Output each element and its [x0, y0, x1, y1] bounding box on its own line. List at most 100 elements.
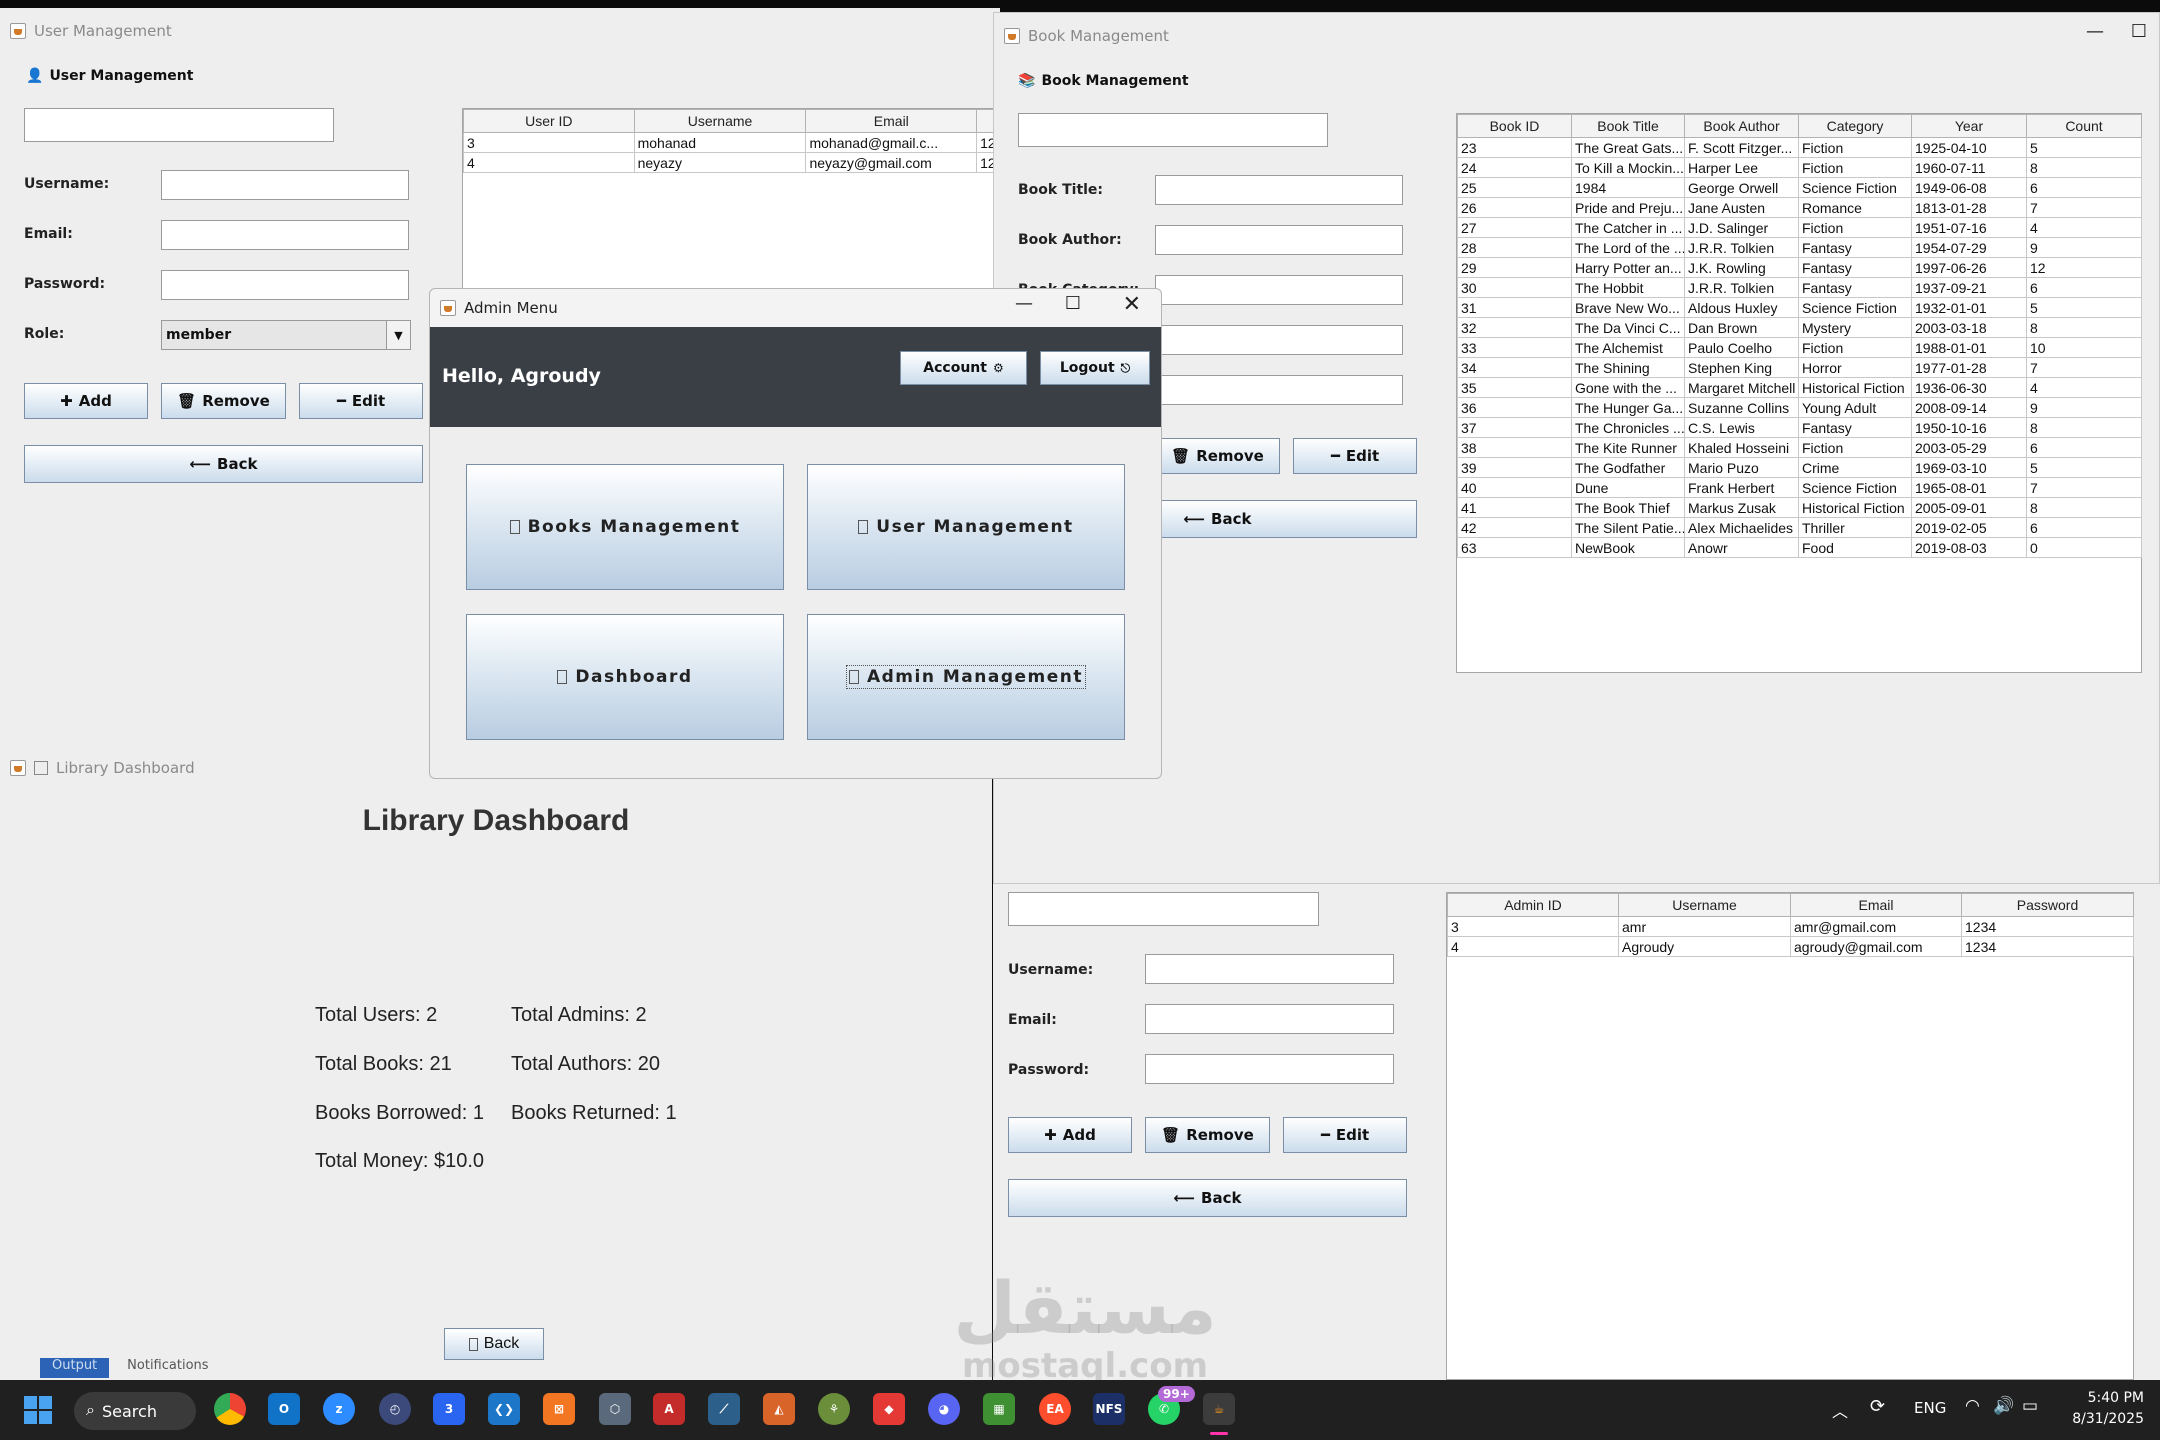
hexagon-app-icon[interactable]: ⬡: [599, 1393, 631, 1425]
discord-icon[interactable]: ◕: [928, 1393, 960, 1425]
matlab-icon[interactable]: ◭: [763, 1393, 795, 1425]
back-button[interactable]: ⟵ Back: [1008, 1179, 1407, 1217]
chevron-up-icon[interactable]: ︿: [1832, 1398, 1848, 1422]
edit-button[interactable]: ━ Edit: [1283, 1117, 1407, 1153]
table-row[interactable]: 39 The Godfather Mario Puzo Crime 1969-03-10…: [1457, 457, 2142, 478]
account-button[interactable]: Account ⚙: [900, 351, 1027, 385]
language-indicator[interactable]: ENG: [1914, 1399, 1946, 1417]
remove-button[interactable]: 🗑 Remove: [1145, 1117, 1270, 1153]
column-header[interactable]: Username: [633, 109, 807, 133]
search-input[interactable]: [1008, 892, 1319, 926]
battery-icon[interactable]: ▭: [2022, 1396, 2038, 1416]
column-header[interactable]: Category: [1798, 114, 1912, 138]
remove-button[interactable]: 🗑 Remove: [1155, 438, 1280, 474]
search-box[interactable]: ⌕ Search: [74, 1392, 196, 1430]
volume-icon[interactable]: 🔊: [1993, 1396, 2014, 1416]
column-header[interactable]: Email: [1790, 893, 1962, 917]
dashboard-button[interactable]: Dashboard: [466, 614, 784, 740]
table-row[interactable]: 40 Dune Frank Herbert Science Fiction 1965-0…: [1457, 477, 2142, 498]
table-row[interactable]: 28 The Lord of the ... J.R.R. Tolkien Fanta…: [1457, 237, 2142, 258]
table-row[interactable]: 25 1984 George Orwell Science Fiction 1949-0…: [1457, 177, 2142, 198]
mysql-workbench-icon[interactable]: ⟋: [708, 1393, 740, 1425]
maximize-icon[interactable]: ☐: [2131, 21, 2147, 42]
table-row[interactable]: 24 To Kill a Mockin... Harper Lee Fiction 19…: [1457, 157, 2142, 178]
add-button[interactable]: ✚ Add: [24, 383, 148, 419]
table-row[interactable]: 36 The Hunger Ga... Suzanne Collins Young A…: [1457, 397, 2142, 418]
role-select[interactable]: member ▼: [161, 320, 411, 350]
password-field[interactable]: [1145, 1054, 1394, 1084]
zoom-icon[interactable]: z: [323, 1393, 355, 1425]
maximize-icon[interactable]: ☐: [1065, 293, 1081, 314]
xampp-icon[interactable]: ⊠: [543, 1393, 575, 1425]
table-row[interactable]: 41 The Book Thief Markus Zusak Historical F…: [1457, 497, 2142, 518]
table-row[interactable]: 37 The Chronicles ... C.S. Lewis Fantasy 195…: [1457, 417, 2142, 438]
css3-icon[interactable]: 3: [433, 1393, 465, 1425]
book-year-field[interactable]: [1155, 325, 1403, 355]
search-input[interactable]: [24, 108, 334, 142]
tab-notifications[interactable]: Notifications: [127, 1358, 208, 1378]
outlook-icon[interactable]: O: [268, 1393, 300, 1425]
table-row[interactable]: 35 Gone with the ... Margaret Mitchell Hist…: [1457, 377, 2142, 398]
table-row[interactable]: 42 The Silent Patie... Alex Michaelides Thr…: [1457, 517, 2142, 538]
column-header[interactable]: Book Title: [1571, 114, 1685, 138]
search-input[interactable]: [1018, 113, 1328, 147]
access-icon[interactable]: A: [653, 1393, 685, 1425]
minimize-icon[interactable]: —: [2086, 21, 2104, 42]
table-row[interactable]: 63 NewBook Anowr Food 2019-08-03 0: [1457, 537, 2142, 558]
table-row[interactable]: 3 amr amr@gmail.com 1234: [1447, 916, 2134, 937]
edit-button[interactable]: ━ Edit: [1293, 438, 1417, 474]
book-author-field[interactable]: [1155, 225, 1403, 255]
edit-button[interactable]: ━ Edit: [299, 383, 423, 419]
column-header[interactable]: Admin ID: [1447, 893, 1619, 917]
chrome-icon[interactable]: [214, 1393, 246, 1425]
back-button[interactable]: Back: [444, 1328, 544, 1360]
username-field[interactable]: [1145, 954, 1394, 984]
table-row[interactable]: 4neyazyneyazy@gmail.com1234: [463, 152, 1000, 173]
column-header[interactable]: Username: [1618, 893, 1791, 917]
column-header[interactable]: User ID: [463, 109, 635, 133]
wifi-icon[interactable]: ◠: [1965, 1396, 1980, 1416]
tab-output[interactable]: Output: [40, 1358, 110, 1378]
user-management-button[interactable]: User Management: [807, 464, 1125, 590]
column-header[interactable]: Email: [805, 109, 978, 133]
password-field[interactable]: [161, 270, 409, 300]
admin-management-button[interactable]: Admin Management: [807, 614, 1125, 740]
java-icon[interactable]: ☕: [1203, 1393, 1235, 1425]
table-row[interactable]: 29 Harry Potter an... J.K. Rowling Fantasy 1…: [1457, 257, 2142, 278]
nfs-icon[interactable]: NFS: [1093, 1393, 1125, 1425]
clock-date[interactable]: 8/31/2025: [2054, 1411, 2144, 1427]
table-row[interactable]: 32 The Da Vinci C... Dan Brown Mystery 2003-…: [1457, 317, 2142, 338]
table-row[interactable]: 26 Pride and Preju... Jane Austen Romance 18…: [1457, 197, 2142, 218]
admins-table[interactable]: Admin ID Username Email Password 3 amr amr@gma…: [1446, 892, 2134, 1380]
vscode-icon[interactable]: ❮❯: [488, 1393, 520, 1425]
ea-icon[interactable]: EA: [1039, 1393, 1071, 1425]
column-header[interactable]: Count: [2026, 114, 2142, 138]
table-row[interactable]: 38 The Kite Runner Khaled Hosseini Fiction 2…: [1457, 437, 2142, 458]
dropdown-arrow-icon[interactable]: ▼: [386, 321, 410, 349]
table-row[interactable]: 23 The Great Gats... F. Scott Fitzger... Fi…: [1457, 137, 2142, 158]
table-row[interactable]: 30 The Hobbit J.R.R. Tolkien Fantasy 1937-09…: [1457, 277, 2142, 298]
back-button[interactable]: ⟵ Back: [24, 445, 423, 483]
close-icon[interactable]: ✕: [1123, 292, 1141, 317]
minecraft-icon[interactable]: ▦: [983, 1393, 1015, 1425]
column-header[interactable]: Book Author: [1684, 114, 1799, 138]
table-row[interactable]: 31 Brave New Wo... Aldous Huxley Science Fi…: [1457, 297, 2142, 318]
book-category-field[interactable]: [1155, 275, 1403, 305]
books-table[interactable]: Book ID Book Title Book Author Category Year…: [1456, 113, 2142, 673]
books-management-button[interactable]: Books Management: [466, 464, 784, 590]
username-field[interactable]: [161, 170, 409, 200]
remove-button[interactable]: 🗑 Remove: [161, 383, 286, 419]
start-button[interactable]: [24, 1396, 52, 1424]
book-title-field[interactable]: [1155, 175, 1403, 205]
logout-button[interactable]: Logout ⎋: [1040, 351, 1150, 385]
column-header[interactable]: Year: [1911, 114, 2027, 138]
clock-app-icon[interactable]: ◴: [379, 1393, 411, 1425]
table-row[interactable]: 27 The Catcher in ... J.D. Salinger Fiction…: [1457, 217, 2142, 238]
add-button[interactable]: ✚ Add: [1008, 1117, 1132, 1153]
network-app-icon[interactable]: ⚘: [818, 1393, 850, 1425]
book-count-field[interactable]: [1155, 375, 1403, 405]
table-row[interactable]: 3mohanadmohanad@gmail.c...1234: [463, 132, 1000, 153]
clock-time[interactable]: 5:40 PM: [2064, 1390, 2144, 1406]
table-row[interactable]: 33 The Alchemist Paulo Coelho Fiction 1988-0…: [1457, 337, 2142, 358]
anydesk-icon[interactable]: ◆: [873, 1393, 905, 1425]
